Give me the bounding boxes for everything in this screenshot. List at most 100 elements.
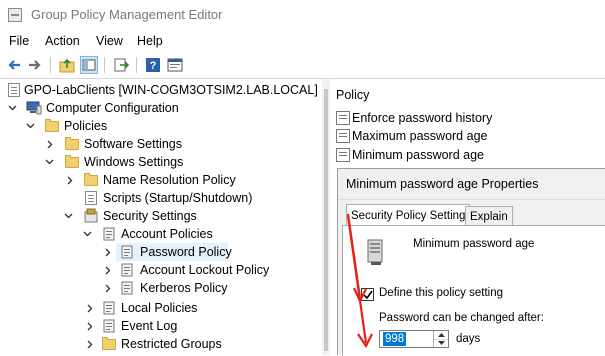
days-spinbox[interactable]: 998 <box>379 330 449 348</box>
divider <box>338 199 605 200</box>
tree-item-local-policies[interactable]: Local Policies <box>0 299 322 317</box>
tree-item-label: Event Log <box>121 319 178 333</box>
tree-item-label: Security Settings <box>103 209 197 223</box>
tree-item-label: Account Lockout Policy <box>140 263 270 277</box>
tree-item-label: Kerberos Policy <box>140 281 228 295</box>
chevron-right-icon[interactable] <box>86 335 96 353</box>
tab-security-policy-setting[interactable]: Security Policy Setting <box>346 204 471 226</box>
computer-icon <box>26 100 42 116</box>
spin-down-icon[interactable] <box>434 339 448 347</box>
tree-item-gpo-root[interactable]: GPO-LabClients [WIN-COGM3OTSIM2.LAB.LOCA… <box>0 81 322 99</box>
policy-name: Minimum password age <box>413 238 535 250</box>
tree-item-label: Local Policies <box>121 301 198 315</box>
tree-scrollbar[interactable] <box>322 79 330 355</box>
chevron-down-icon[interactable] <box>45 153 55 171</box>
chevron-down-icon[interactable] <box>64 207 74 225</box>
tree-item-name-resolution-policy[interactable]: Name Resolution Policy <box>0 171 322 189</box>
export-list-icon[interactable] <box>112 56 130 74</box>
title-bar: Group Policy Management Editor <box>0 0 605 30</box>
tree-item-label: Password Policy <box>140 245 232 259</box>
chevron-down-icon[interactable] <box>26 117 36 135</box>
chevron-right-icon[interactable] <box>86 299 96 317</box>
console-tree: GPO-LabClients [WIN-COGM3OTSIM2.LAB.LOCA… <box>0 79 322 355</box>
tree-item-label: Software Settings <box>84 137 182 151</box>
folder-icon <box>83 172 99 188</box>
toolbar-separator <box>50 57 51 73</box>
tree-item-password-policy[interactable]: Password Policy <box>116 243 232 261</box>
list-item-label: Minimum password age <box>352 148 484 162</box>
tree-item-account-lockout-policy[interactable]: Account Lockout Policy <box>0 261 322 279</box>
list-item-label: Maximum password age <box>352 129 488 143</box>
chevron-right-icon[interactable] <box>104 279 114 297</box>
window-title: Group Policy Management Editor <box>31 7 223 22</box>
tree-item-security-settings[interactable]: Security Settings <box>0 207 322 225</box>
menu-action[interactable]: Action <box>45 34 80 48</box>
chevron-right-icon[interactable] <box>46 135 56 153</box>
scrollbar-thumb[interactable] <box>324 89 328 351</box>
list-item-label: Enforce password history <box>352 111 493 125</box>
checkbox-label[interactable]: Define this policy setting <box>379 287 503 299</box>
security-settings-icon <box>83 208 99 224</box>
tree-item-policies[interactable]: Policies <box>0 117 322 135</box>
policy-folder-icon <box>119 262 135 278</box>
menu-view[interactable]: View <box>96 34 123 48</box>
days-value[interactable]: 998 <box>383 332 407 346</box>
field-label: Password can be changed after: <box>379 312 544 324</box>
tree-item-scripts[interactable]: Scripts (Startup/Shutdown) <box>0 189 322 207</box>
tree-item-kerberos-policy[interactable]: Kerberos Policy <box>0 279 322 297</box>
tree-item-label: Account Policies <box>121 227 213 241</box>
up-folder-icon[interactable] <box>58 56 76 74</box>
policy-setting-icon <box>336 129 350 143</box>
tree-item-computer-configuration[interactable]: Computer Configuration <box>0 99 322 117</box>
chevron-down-icon[interactable] <box>83 225 93 243</box>
app-icon <box>8 8 22 22</box>
tree-item-label: Name Resolution Policy <box>103 173 236 187</box>
menu-help[interactable]: Help <box>137 34 163 48</box>
folder-icon <box>101 336 117 352</box>
back-icon[interactable] <box>5 56 23 74</box>
menu-bar: File Action View Help <box>0 30 605 52</box>
policy-setting-icon <box>336 148 350 162</box>
folder-icon <box>64 136 80 152</box>
tree-item-windows-settings[interactable]: Windows Settings <box>0 153 322 171</box>
policy-folder-icon <box>101 226 117 242</box>
help-icon[interactable]: ? <box>144 56 162 74</box>
tree-item-label: Policies <box>64 119 108 133</box>
tree-item-label: GPO-LabClients [WIN-COGM3OTSIM2.LAB.LOCA… <box>24 83 322 97</box>
policy-setting-icon <box>336 111 350 125</box>
chevron-right-icon[interactable] <box>86 317 96 335</box>
tab-panel: Minimum password age Define this policy … <box>342 225 605 356</box>
policy-folder-icon <box>119 280 135 296</box>
chevron-right-icon[interactable] <box>66 171 76 189</box>
tree-item-event-log[interactable]: Event Log <box>0 317 322 335</box>
define-policy-checkbox[interactable] <box>361 288 374 301</box>
spin-buttons <box>433 331 448 347</box>
tree-item-account-policies[interactable]: Account Policies <box>0 225 322 243</box>
tree-item-label: Computer Configuration <box>46 101 179 115</box>
properties-dialog: Minimum password age Properties Security… <box>337 168 605 356</box>
server-icon <box>365 238 387 266</box>
tree-item-label: Restricted Groups <box>121 337 222 351</box>
policy-folder-icon <box>101 318 117 334</box>
dialog-title: Minimum password age Properties <box>346 177 539 191</box>
tree-item-restricted-groups[interactable]: Restricted Groups <box>0 335 322 353</box>
chevron-right-icon[interactable] <box>104 261 114 279</box>
forward-icon[interactable] <box>26 56 44 74</box>
chevron-down-icon[interactable] <box>8 99 18 117</box>
folder-icon <box>64 154 80 170</box>
menu-file[interactable]: File <box>9 34 29 48</box>
chevron-right-icon[interactable] <box>104 243 114 261</box>
tree-item-software-settings[interactable]: Software Settings <box>0 135 322 153</box>
unit-label: days <box>456 333 481 345</box>
column-header-policy[interactable]: Policy <box>336 88 369 102</box>
svg-text:?: ? <box>150 60 157 72</box>
properties-icon[interactable] <box>166 56 184 74</box>
policy-folder-icon <box>101 300 117 316</box>
tree-item-label: Windows Settings <box>84 155 184 169</box>
tree-item-label: Scripts (Startup/Shutdown) <box>103 191 253 205</box>
policy-folder-icon <box>119 244 135 260</box>
toolbar-separator <box>104 57 105 73</box>
tab-explain[interactable]: Explain <box>465 206 513 226</box>
show-hide-tree-icon[interactable] <box>80 56 98 74</box>
toolbar: ? <box>0 52 605 79</box>
